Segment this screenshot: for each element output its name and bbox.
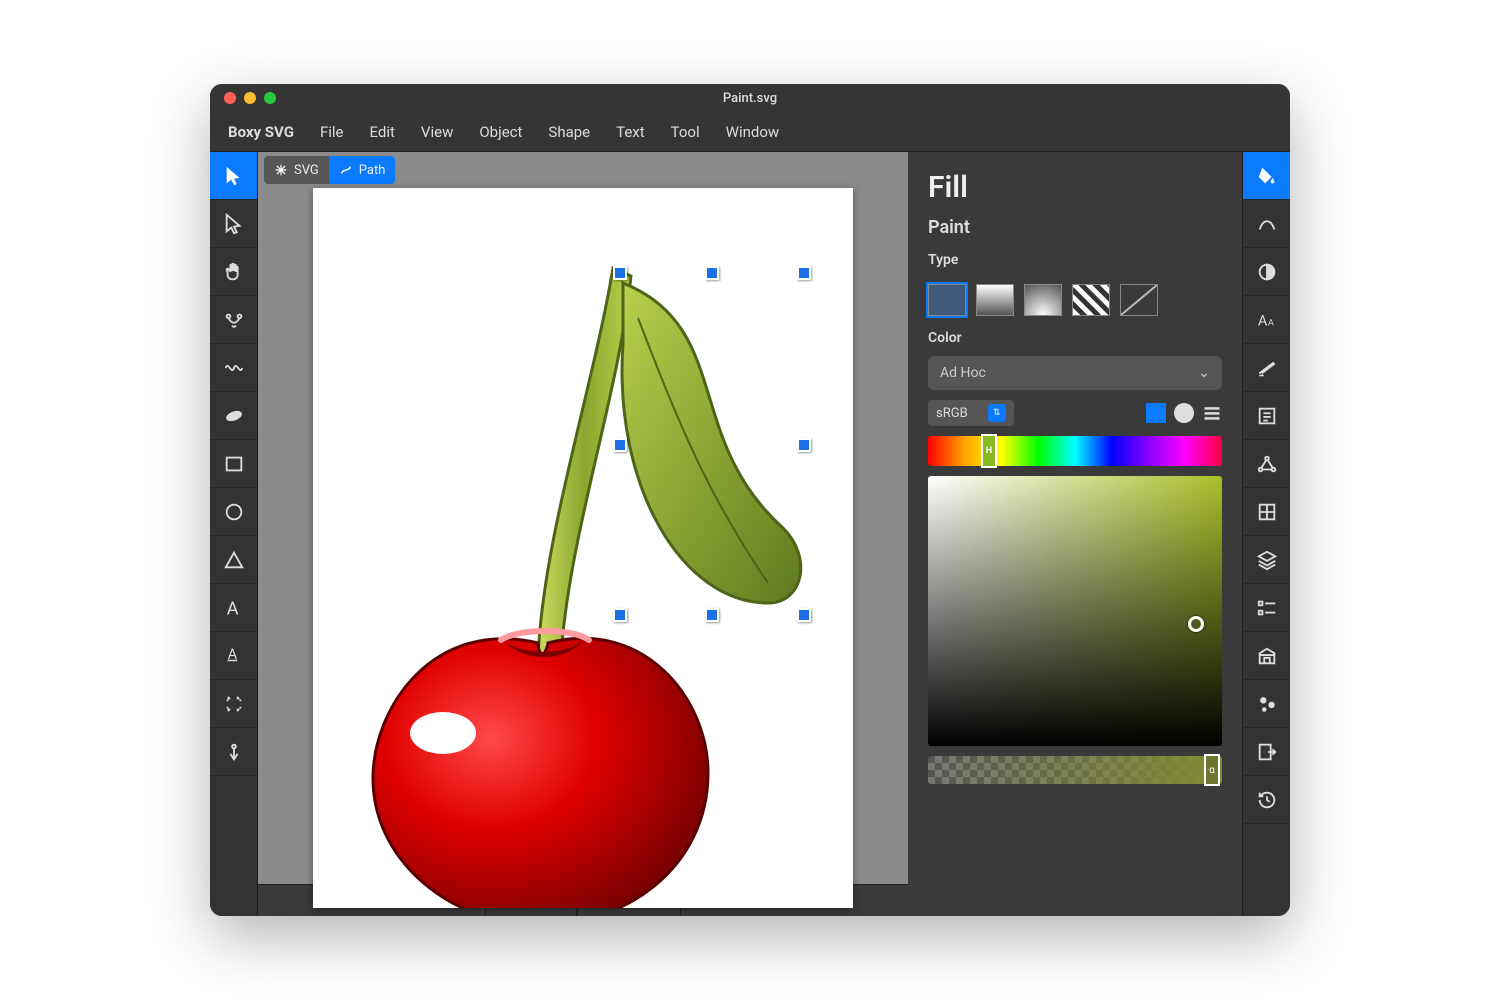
library-panel-button[interactable] xyxy=(1243,632,1290,680)
chevron-down-icon: ⌄ xyxy=(1198,365,1210,381)
crop-tool[interactable] xyxy=(210,680,257,728)
type-label: Type xyxy=(928,252,1222,268)
panel-title: Fill xyxy=(928,170,1222,205)
svg-text:A: A xyxy=(1267,318,1273,328)
artwork-cherry xyxy=(313,188,853,908)
close-icon[interactable] xyxy=(224,92,236,104)
triangle-tool[interactable] xyxy=(210,536,257,584)
handle-w[interactable] xyxy=(613,438,627,452)
elements-panel-button[interactable] xyxy=(1243,584,1290,632)
svg-text:A: A xyxy=(1257,311,1267,329)
typography-panel-button[interactable]: AA xyxy=(1243,296,1290,344)
arrange-panel-button[interactable] xyxy=(1243,488,1290,536)
color-label: Color xyxy=(928,330,1222,346)
menu-view[interactable]: View xyxy=(421,123,453,141)
menu-tool[interactable]: Tool xyxy=(671,123,700,141)
hue-slider[interactable]: H xyxy=(928,436,1222,466)
breadcrumb: SVG Path xyxy=(258,152,908,188)
menu-text[interactable]: Text xyxy=(616,123,645,141)
ellipse-tool[interactable] xyxy=(210,488,257,536)
left-toolbar: A A xyxy=(210,152,258,916)
fill-type-solid[interactable] xyxy=(928,284,966,316)
stroke-panel-button[interactable] xyxy=(1243,200,1290,248)
saturation-value-picker[interactable] xyxy=(928,476,1222,746)
right-toolbar: AA xyxy=(1242,152,1290,916)
swatch-square-icon[interactable] xyxy=(1146,403,1166,423)
menu-edit[interactable]: Edit xyxy=(370,123,395,141)
handle-ne[interactable] xyxy=(797,266,811,280)
textpath-tool[interactable]: A xyxy=(210,632,257,680)
meta-panel-button[interactable] xyxy=(1243,392,1290,440)
canvas-area: SVG Path xyxy=(258,152,908,916)
colorspace-select[interactable]: sRGB ⇅ xyxy=(928,400,1014,426)
window-title: Paint.svg xyxy=(723,91,777,106)
panel-section: Paint xyxy=(928,217,1222,238)
window-controls xyxy=(224,92,276,104)
fill-panel: Fill Paint Type Color Ad Hoc ⌄ sRGB ⇅ xyxy=(908,152,1242,916)
fill-type-row xyxy=(928,284,1222,316)
shape-panel-button[interactable] xyxy=(1243,440,1290,488)
freehand-tool[interactable] xyxy=(210,344,257,392)
color-mode-select[interactable]: Ad Hoc ⌄ xyxy=(928,356,1222,390)
svg-text:A: A xyxy=(227,645,237,663)
export-panel-button[interactable] xyxy=(1243,728,1290,776)
sliders-icon[interactable] xyxy=(1202,403,1222,423)
brand-label[interactable]: Boxy SVG xyxy=(228,123,294,141)
svg-text:A: A xyxy=(226,598,238,619)
fill-type-pattern[interactable] xyxy=(1072,284,1110,316)
pan-tool[interactable] xyxy=(210,248,257,296)
path-icon xyxy=(339,163,353,177)
menubar: Boxy SVG File Edit View Object Shape Tex… xyxy=(210,112,1290,152)
zoom-icon[interactable] xyxy=(264,92,276,104)
swatch-circle-icon[interactable] xyxy=(1174,403,1194,423)
anchor-tool[interactable] xyxy=(210,728,257,776)
rect-tool[interactable] xyxy=(210,440,257,488)
handle-e[interactable] xyxy=(797,438,811,452)
generators-panel-button[interactable] xyxy=(1243,680,1290,728)
alpha-slider[interactable]: α xyxy=(928,756,1222,784)
hue-marker[interactable]: H xyxy=(981,434,997,468)
sv-cursor[interactable] xyxy=(1188,616,1204,632)
geometry-panel-button[interactable] xyxy=(1243,344,1290,392)
breadcrumb-path[interactable]: Path xyxy=(329,156,396,184)
handle-n[interactable] xyxy=(705,266,719,280)
handle-nw[interactable] xyxy=(613,266,627,280)
fill-type-none[interactable] xyxy=(1120,284,1158,316)
canvas[interactable] xyxy=(313,188,853,908)
blob-tool[interactable] xyxy=(210,392,257,440)
svg-icon xyxy=(274,163,288,177)
select-tool[interactable] xyxy=(210,152,257,200)
fill-type-linear[interactable] xyxy=(976,284,1014,316)
fill-type-radial[interactable] xyxy=(1024,284,1062,316)
menu-window[interactable]: Window xyxy=(726,123,780,141)
alpha-marker[interactable]: α xyxy=(1204,754,1220,786)
titlebar: Paint.svg xyxy=(210,84,1290,112)
stepper-icon: ⇅ xyxy=(988,404,1006,422)
fill-panel-button[interactable] xyxy=(1243,152,1290,200)
text-tool[interactable]: A xyxy=(210,584,257,632)
app-window: Paint.svg Boxy SVG File Edit View Object… xyxy=(210,84,1290,916)
spline-tool[interactable] xyxy=(210,296,257,344)
handle-s[interactable] xyxy=(705,608,719,622)
breadcrumb-svg[interactable]: SVG xyxy=(264,156,329,184)
menu-shape[interactable]: Shape xyxy=(548,123,590,141)
menu-file[interactable]: File xyxy=(320,123,344,141)
handle-se[interactable] xyxy=(797,608,811,622)
handle-sw[interactable] xyxy=(613,608,627,622)
minimize-icon[interactable] xyxy=(244,92,256,104)
menu-object[interactable]: Object xyxy=(479,123,522,141)
history-panel-button[interactable] xyxy=(1243,776,1290,824)
direct-select-tool[interactable] xyxy=(210,200,257,248)
layers-panel-button[interactable] xyxy=(1243,536,1290,584)
compositing-panel-button[interactable] xyxy=(1243,248,1290,296)
